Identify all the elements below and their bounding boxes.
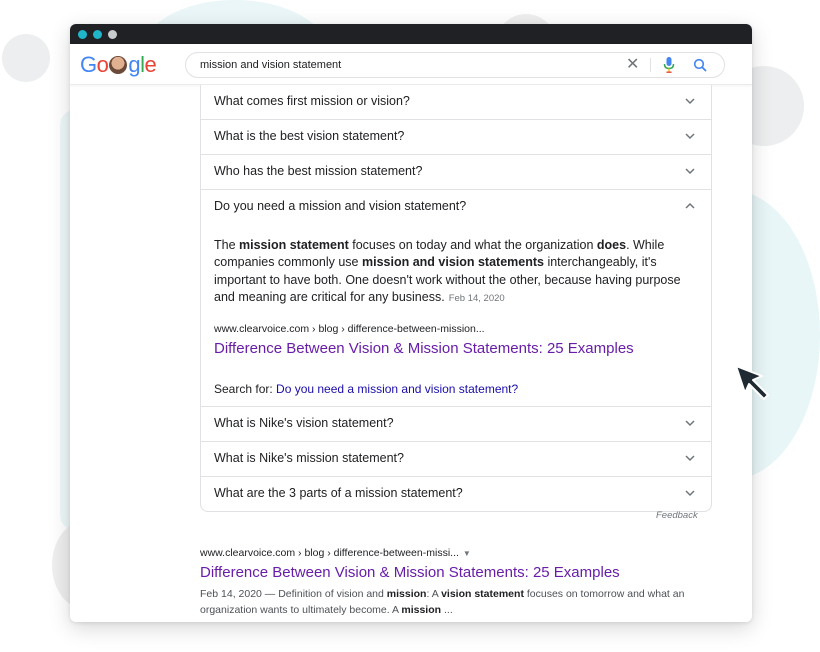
- paa-question[interactable]: Who has the best mission statement?: [201, 155, 711, 190]
- paa-question[interactable]: What comes first mission or vision?: [201, 85, 711, 120]
- paa-question[interactable]: What is Nike's mission statement?: [201, 442, 711, 477]
- paa-question[interactable]: What is Nike's vision statement?: [201, 407, 711, 442]
- window-dot-minimize[interactable]: [93, 30, 102, 39]
- search-input[interactable]: [200, 57, 610, 73]
- result-snippet: Feb 14, 2020 — Definition of vision and …: [200, 588, 685, 616]
- doodle-face-icon: [109, 56, 128, 74]
- search-header: Gogle ✕: [70, 44, 752, 85]
- chevron-down-icon: [685, 168, 695, 175]
- feedback-link[interactable]: Feedback: [656, 510, 698, 521]
- chevron-down-icon: [685, 98, 695, 105]
- paa-question[interactable]: What is the best vision statement?: [201, 120, 711, 155]
- paa-question-text[interactable]: Do you need a mission and vision stateme…: [214, 199, 466, 213]
- answer-source-url: www.clearvoice.com › blog › difference-b…: [214, 323, 485, 335]
- paa-question-text: What are the 3 parts of a mission statem…: [214, 486, 463, 500]
- dropdown-triangle-icon[interactable]: ▼: [463, 549, 471, 558]
- paa-answer-text: The mission statement focuses on today a…: [214, 238, 681, 305]
- cursor-arrow-icon: [735, 365, 769, 400]
- search-for-link[interactable]: Do you need a mission and vision stateme…: [276, 382, 518, 396]
- chevron-up-icon[interactable]: [685, 201, 695, 211]
- chevron-down-icon: [685, 455, 695, 462]
- paa-question-text: What is Nike's vision statement?: [214, 416, 394, 430]
- answer-date: Feb 14, 2020: [448, 293, 505, 305]
- answer-source-link[interactable]: Difference Between Vision & Mission Stat…: [214, 340, 634, 357]
- paa-question[interactable]: What are the 3 parts of a mission statem…: [201, 477, 711, 511]
- paa-question-text: What is Nike's mission statement?: [214, 451, 404, 465]
- window-dot-maximize[interactable]: [108, 30, 117, 39]
- google-doodle-logo[interactable]: Go gle: [80, 52, 157, 78]
- clear-icon[interactable]: ✕: [626, 55, 639, 75]
- search-icon[interactable]: [692, 56, 708, 74]
- people-also-ask: What comes first mission or vision? What…: [200, 85, 712, 512]
- result-title-link[interactable]: Difference Between Vision & Mission Stat…: [200, 564, 720, 581]
- search-divider: [650, 58, 651, 72]
- search-box: ✕: [185, 52, 725, 78]
- results-content: What comes first mission or vision? What…: [70, 85, 752, 622]
- search-for-line: Search for: Do you need a mission and vi…: [214, 382, 519, 396]
- paa-question-text: What is the best vision statement?: [214, 129, 405, 143]
- decor-circle: [2, 34, 50, 82]
- window-titlebar: [70, 24, 752, 44]
- search-result: www.clearvoice.com › blog › difference-b…: [200, 547, 720, 618]
- browser-window: Gogle ✕ What comes first mission or visi…: [70, 24, 752, 622]
- result-url: www.clearvoice.com › blog › difference-b…: [200, 547, 471, 559]
- window-dot-close[interactable]: [78, 30, 87, 39]
- chevron-down-icon: [685, 490, 695, 497]
- chevron-down-icon: [685, 133, 695, 140]
- paa-question-text: Who has the best mission statement?: [214, 164, 423, 178]
- chevron-down-icon: [685, 420, 695, 427]
- mic-icon[interactable]: [662, 56, 676, 74]
- paa-expanded-item: Do you need a mission and vision stateme…: [201, 190, 711, 407]
- paa-question-text: What comes first mission or vision?: [214, 94, 410, 108]
